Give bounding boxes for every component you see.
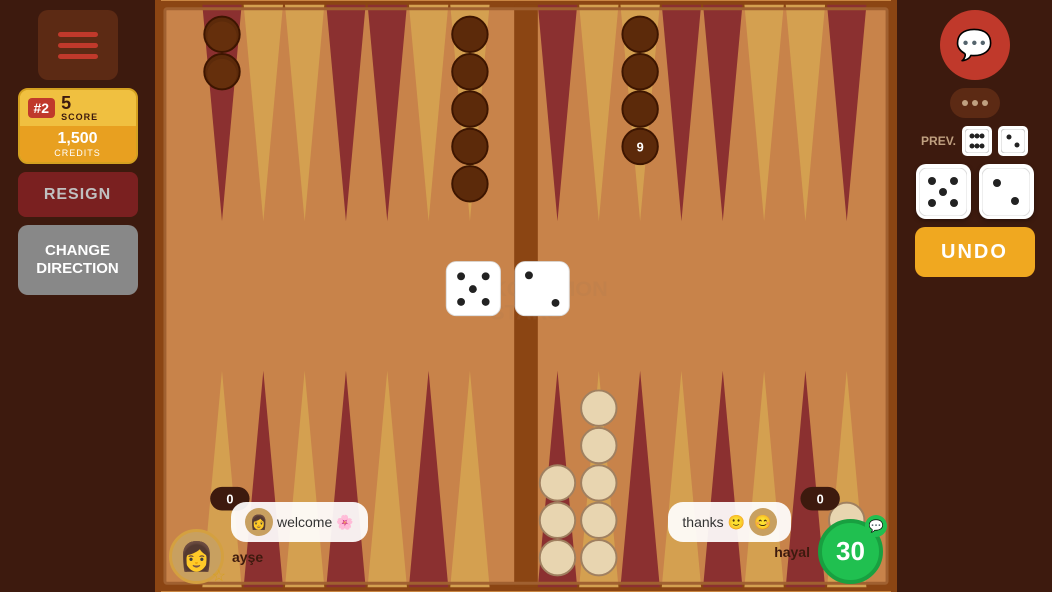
prev-die-1 — [962, 126, 992, 156]
options-button[interactable] — [950, 88, 1000, 118]
dot-3 — [982, 100, 988, 106]
chat-right-avatar: 😊 — [749, 508, 777, 536]
change-direction-button[interactable]: CHANGE DIRECTION — [18, 225, 138, 295]
rank-badge: #2 — [28, 98, 56, 118]
menu-button[interactable] — [38, 10, 118, 80]
resign-button[interactable]: RESIGN — [18, 172, 138, 217]
chat-icon: 💬 — [956, 28, 993, 63]
prev-label: PREV. — [921, 134, 956, 148]
current-die-2 — [979, 164, 1034, 219]
score-label: SCORE — [61, 112, 98, 122]
score-box: #2 5 SCORE 1,500 CREDITS — [18, 88, 138, 164]
svg-text:0: 0 — [226, 492, 233, 507]
star-icon: ☆ — [212, 566, 226, 586]
credits-number: 1,500 — [28, 130, 128, 148]
chat-left-avatar: 👩 — [245, 508, 273, 536]
menu-line-3 — [58, 54, 98, 59]
score-number: 5 — [61, 94, 98, 112]
right-panel: 💬 PREV. — [897, 0, 1052, 592]
credits-box: 1,500 CREDITS — [20, 126, 136, 162]
player-right-message: thanks 🙂 — [682, 514, 745, 531]
player-right-area: 30 💬 hayal — [774, 519, 883, 584]
backgammon-board: BACKGAMMON STARS 9 — [155, 0, 897, 592]
prev-dice-section: PREV. — [905, 126, 1044, 156]
svg-text:9: 9 — [637, 139, 644, 154]
chat-bubble-icon: 💬 — [865, 515, 887, 537]
chat-button[interactable]: 💬 — [940, 10, 1010, 80]
menu-line-1 — [58, 32, 98, 37]
svg-text:0: 0 — [817, 492, 824, 507]
player-left-avatar-container: 👩 ☆ — [169, 529, 224, 584]
score-top: #2 5 SCORE — [20, 90, 136, 126]
menu-line-2 — [58, 43, 98, 48]
left-panel: #2 5 SCORE 1,500 CREDITS RESIGN CHANGE D… — [0, 0, 155, 592]
undo-button[interactable]: UNDO — [915, 227, 1035, 277]
score-group: 5 SCORE — [61, 94, 98, 122]
prev-die-2 — [998, 126, 1028, 156]
credits-label: CREDITS — [28, 148, 128, 158]
player-left-message: welcome 🌸 — [277, 514, 354, 531]
timer-display: 30 — [836, 536, 865, 567]
dot-1 — [962, 100, 968, 106]
dot-2 — [972, 100, 978, 106]
player-right-chat: thanks 🙂 😊 — [668, 502, 791, 542]
player-right-avatar-container: 30 💬 — [818, 519, 883, 584]
player-right-name: hayal — [774, 544, 810, 560]
current-dice-row — [916, 164, 1034, 219]
player-left-chat: 👩 welcome 🌸 — [231, 502, 368, 542]
player-left-name: ayşe — [232, 549, 263, 565]
current-die-1 — [916, 164, 971, 219]
